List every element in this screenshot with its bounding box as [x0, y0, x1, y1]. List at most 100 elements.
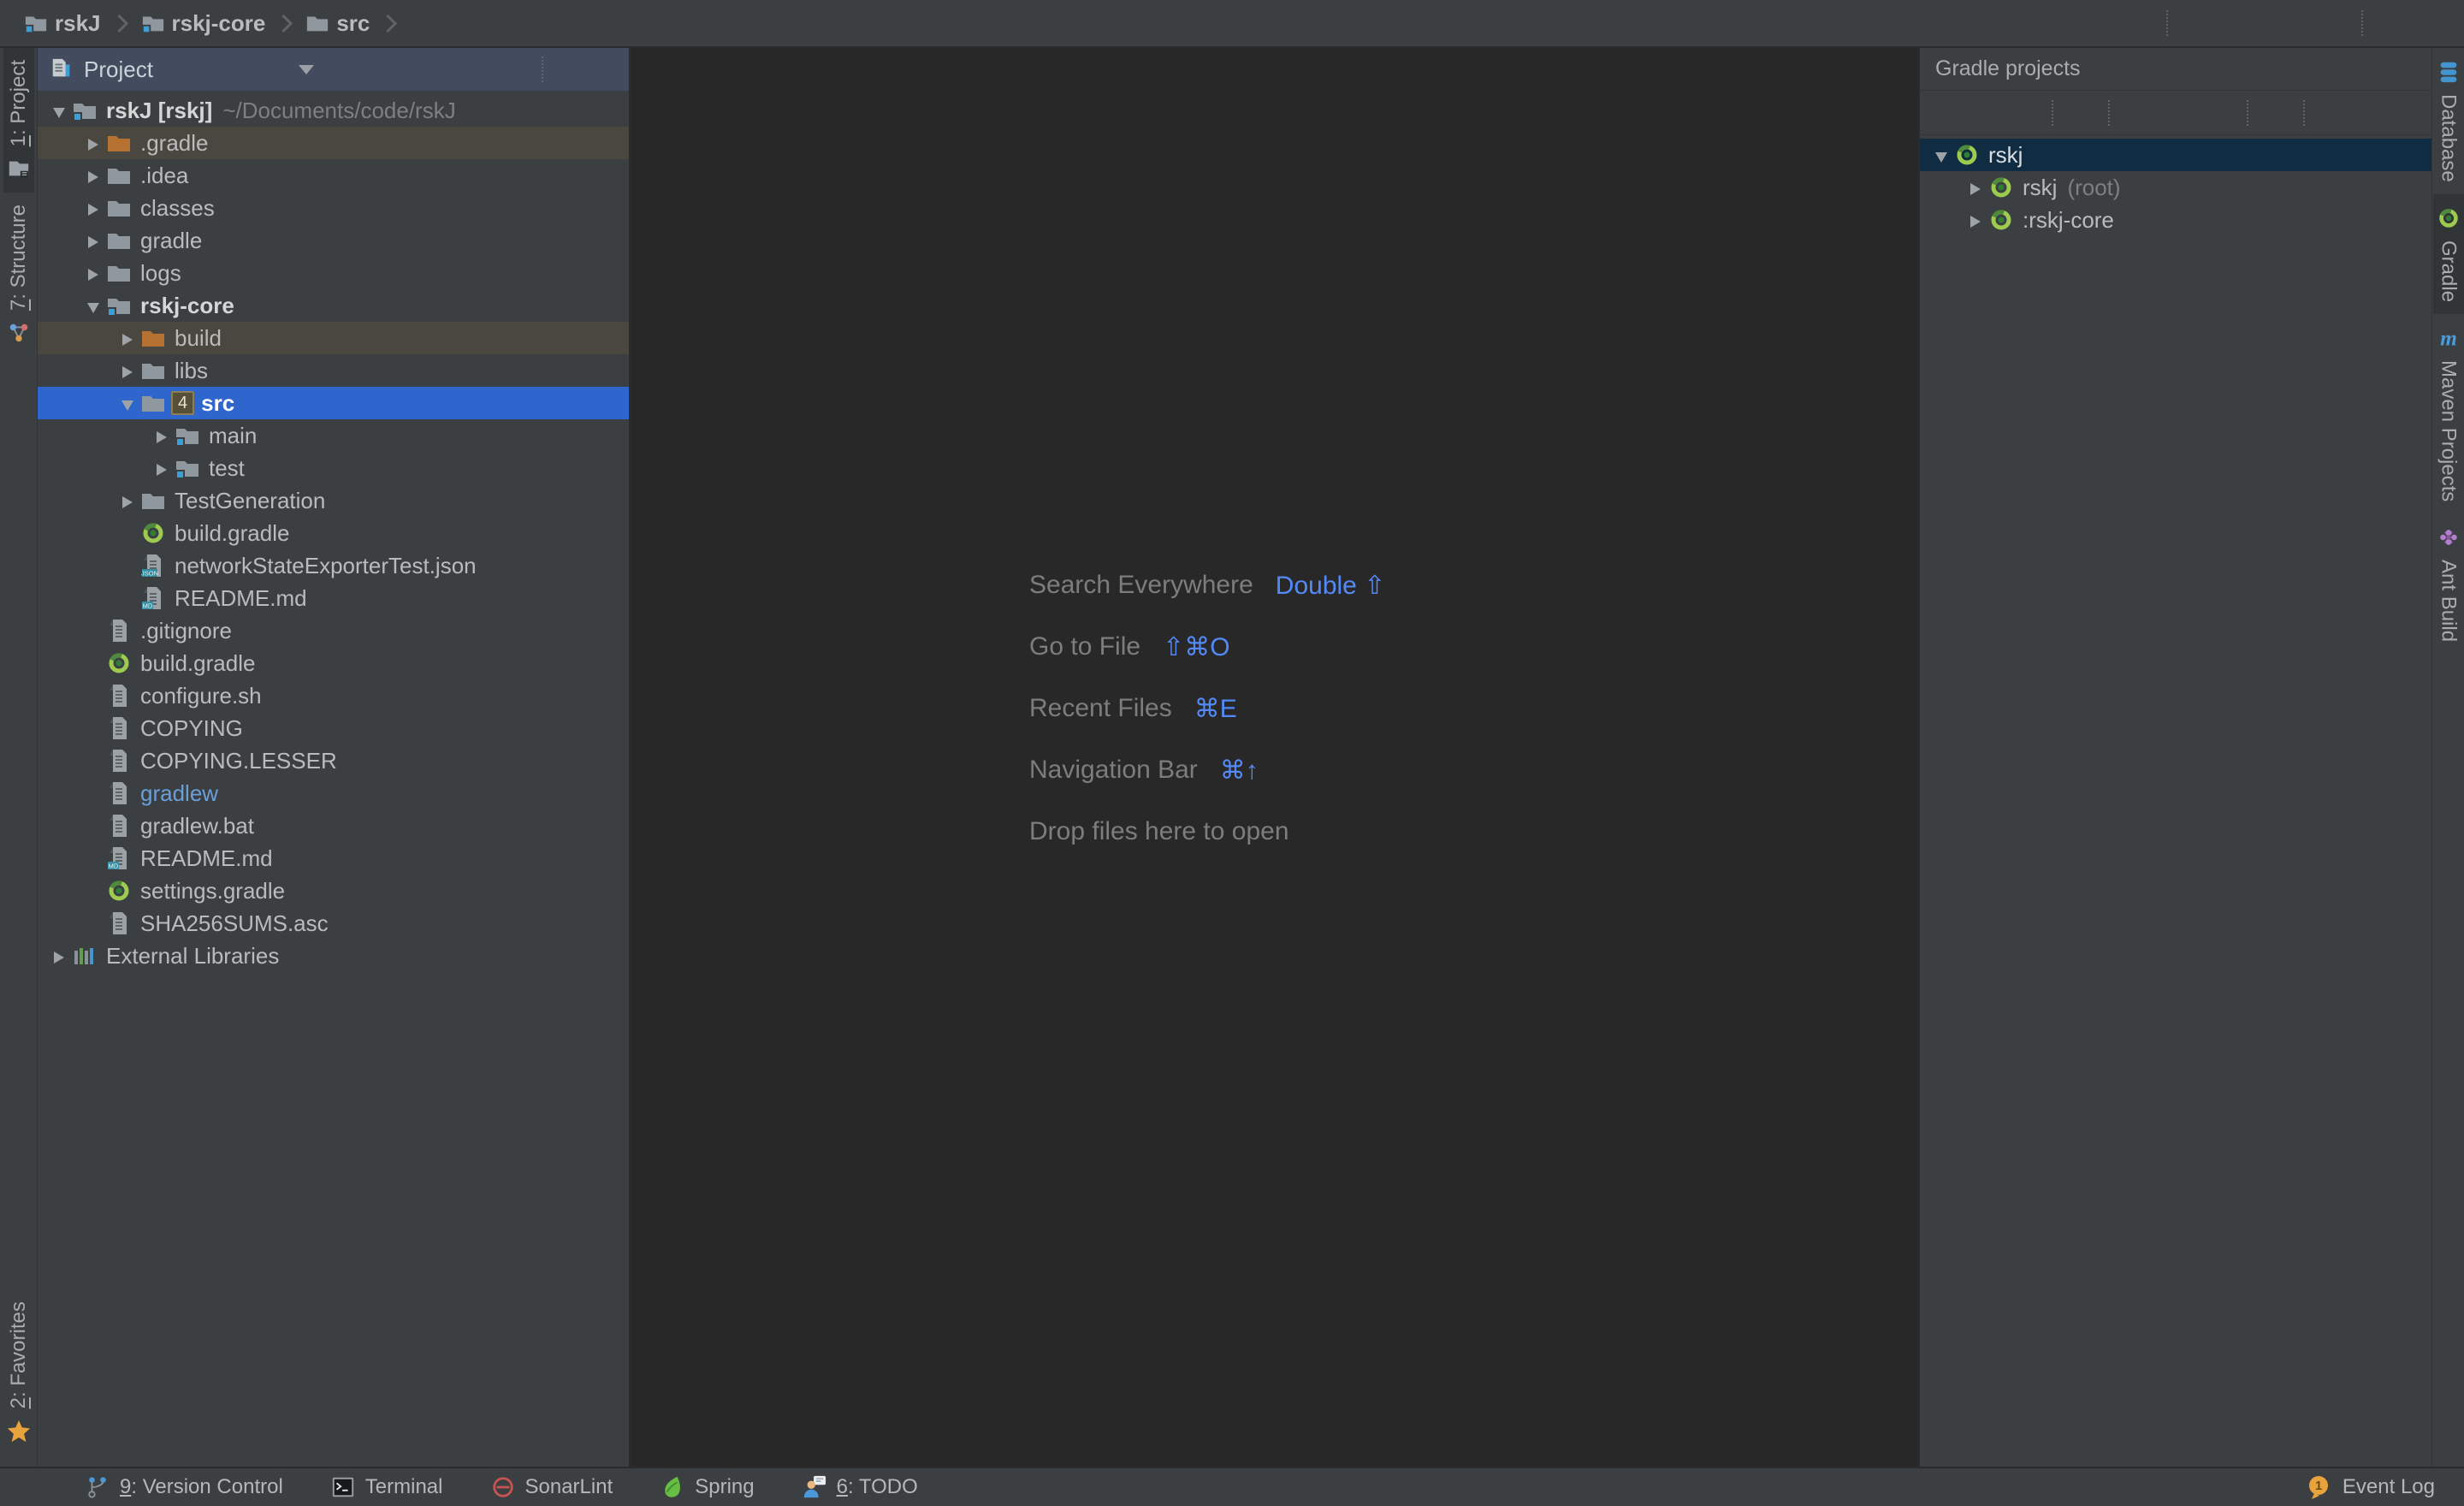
sonarlint-icon — [491, 1475, 515, 1499]
tree-row[interactable]: main — [38, 419, 629, 452]
tree-row[interactable]: :rskj-core — [1920, 204, 2431, 236]
right-tool-strip: Database Gradle m Maven Projects Ant Bui… — [2431, 48, 2464, 1467]
chevron-icon[interactable] — [46, 943, 72, 969]
chevron-icon[interactable] — [115, 488, 140, 514]
event-log-button[interactable]: 1 Event Log — [2307, 1474, 2435, 1500]
tree-row[interactable]: rskJ [rskj] ~/Documents/code/rskJ — [38, 94, 629, 127]
chevron-icon[interactable] — [80, 650, 106, 677]
chevron-icon[interactable] — [80, 130, 106, 157]
gradle-icon — [1988, 207, 2014, 233]
chevron-icon[interactable] — [115, 585, 140, 612]
tree-row[interactable]: TestGeneration — [38, 484, 629, 517]
editor-area[interactable]: Search Everywhere Double ⇧ Go to File ⇧⌘… — [631, 48, 1918, 1467]
tree-row[interactable]: libs — [38, 354, 629, 387]
tool-window-button[interactable]: Database — [2433, 48, 2464, 194]
tree-row[interactable]: settings.gradle — [38, 875, 629, 907]
gradle-file-icon — [106, 878, 132, 904]
chevron-icon[interactable] — [80, 195, 106, 222]
chevron-icon[interactable] — [46, 98, 72, 124]
gradle-header-icons — [2358, 56, 2421, 82]
tree-row[interactable]: External Libraries — [38, 940, 629, 972]
chevron-icon[interactable] — [80, 293, 106, 319]
tree-row[interactable]: gradle — [38, 224, 629, 257]
chevron-icon[interactable] — [80, 228, 106, 254]
tree-row[interactable]: gradlew — [38, 777, 629, 809]
tree-row[interactable]: gradlew.bat — [38, 809, 629, 842]
status-bar-item[interactable]: : Terminal — [331, 1475, 443, 1499]
shortcut-hint-row: Go to File ⇧⌘O — [1029, 616, 1385, 678]
tool-window-button[interactable]: Gradle — [2433, 194, 2464, 314]
tree-row[interactable]: logs — [38, 257, 629, 289]
chevron-icon[interactable] — [80, 813, 106, 839]
shortcut-keys: ⌘E — [1194, 694, 1237, 724]
chevron-icon[interactable] — [115, 553, 140, 579]
chevron-icon[interactable] — [80, 163, 106, 189]
tree-row[interactable]: classes — [38, 192, 629, 224]
tree-row[interactable]: 4 src — [38, 387, 629, 419]
tree-row[interactable]: build.gradle — [38, 517, 629, 549]
status-item-label: SonarLint — [525, 1475, 613, 1498]
chevron-icon[interactable] — [80, 618, 106, 644]
chevron-icon[interactable] — [80, 845, 106, 872]
status-item-label: Terminal — [365, 1475, 443, 1498]
chevron-icon[interactable] — [80, 260, 106, 287]
tree-row[interactable]: COPYING — [38, 712, 629, 744]
status-bar-item[interactable]: : SonarLint — [491, 1475, 613, 1499]
tool-window-button[interactable]: 2: Favorites — [3, 1290, 34, 1455]
chevron-icon[interactable] — [80, 780, 106, 807]
chevron-icon[interactable] — [115, 358, 140, 384]
tree-row[interactable]: rskj (root) — [1920, 171, 2431, 204]
shortcut-hint-row: Recent Files ⌘E — [1029, 678, 1385, 739]
tree-row[interactable]: SHA256SUMS.asc — [38, 907, 629, 940]
shortcut-action-label: Search Everywhere — [1029, 571, 1253, 600]
chevron-icon[interactable] — [1928, 142, 1954, 169]
tree-row[interactable]: configure.sh — [38, 679, 629, 712]
tree-row[interactable]: MD README.md — [38, 582, 629, 614]
tree-row[interactable]: .idea — [38, 159, 629, 192]
toolbar-separator — [2052, 100, 2053, 126]
tool-window-button[interactable]: m Maven Projects — [2433, 314, 2464, 513]
tree-row[interactable]: test — [38, 452, 629, 484]
status-bar-item[interactable]: 9: Version Control — [86, 1475, 283, 1499]
tree-row[interactable]: build — [38, 322, 629, 354]
tree-item-path: ~/Documents/code/rskJ — [222, 98, 455, 124]
chevron-icon[interactable] — [80, 910, 106, 937]
tree-row[interactable]: .gradle — [38, 127, 629, 159]
toolbar-separator — [2247, 100, 2248, 126]
md-file-icon: MD — [140, 585, 166, 611]
chevron-icon[interactable] — [1963, 207, 1988, 234]
chevron-icon[interactable] — [80, 683, 106, 709]
chevron-icon[interactable] — [80, 715, 106, 742]
status-bar-item[interactable]: 6: TODO — [803, 1475, 918, 1499]
main-toolbar: rskJ rskj-core src — [0, 0, 2464, 48]
chevron-icon[interactable] — [80, 748, 106, 774]
breadcrumb-item[interactable]: src — [305, 10, 410, 37]
chevron-icon[interactable] — [115, 325, 140, 352]
tool-window-button[interactable]: Ant Build — [2433, 513, 2464, 654]
text-file-icon — [106, 748, 132, 774]
chevron-icon[interactable] — [115, 390, 140, 417]
gradle-icon — [1954, 142, 1980, 168]
project-panel-header[interactable]: Project — [38, 48, 629, 91]
tool-window-button[interactable]: 1: Project — [3, 48, 34, 193]
tree-row[interactable]: rskj-core — [38, 289, 629, 322]
database-icon — [2437, 60, 2461, 84]
chevron-down-icon[interactable] — [299, 65, 314, 74]
chevron-icon[interactable] — [1963, 175, 1988, 201]
tree-row[interactable]: MD README.md — [38, 842, 629, 875]
gradle-panel-header[interactable]: Gradle projects — [1920, 48, 2431, 91]
tree-row[interactable]: rskj — [1920, 139, 2431, 171]
tool-window-button[interactable]: 7: Structure — [3, 193, 34, 357]
breadcrumb-item[interactable]: rskJ — [24, 10, 141, 37]
tree-row[interactable]: JSON networkStateExporterTest.json — [38, 549, 629, 582]
status-bar-item[interactable]: : Spring — [660, 1475, 754, 1499]
chevron-icon[interactable] — [80, 878, 106, 904]
tree-row[interactable]: COPYING.LESSER — [38, 744, 629, 777]
module-folder-icon — [175, 423, 200, 448]
chevron-icon[interactable] — [149, 423, 175, 449]
tree-row[interactable]: .gitignore — [38, 614, 629, 647]
chevron-icon[interactable] — [149, 455, 175, 482]
tree-row[interactable]: build.gradle — [38, 647, 629, 679]
breadcrumb-item[interactable]: rskj-core — [141, 10, 306, 37]
chevron-icon[interactable] — [115, 520, 140, 547]
